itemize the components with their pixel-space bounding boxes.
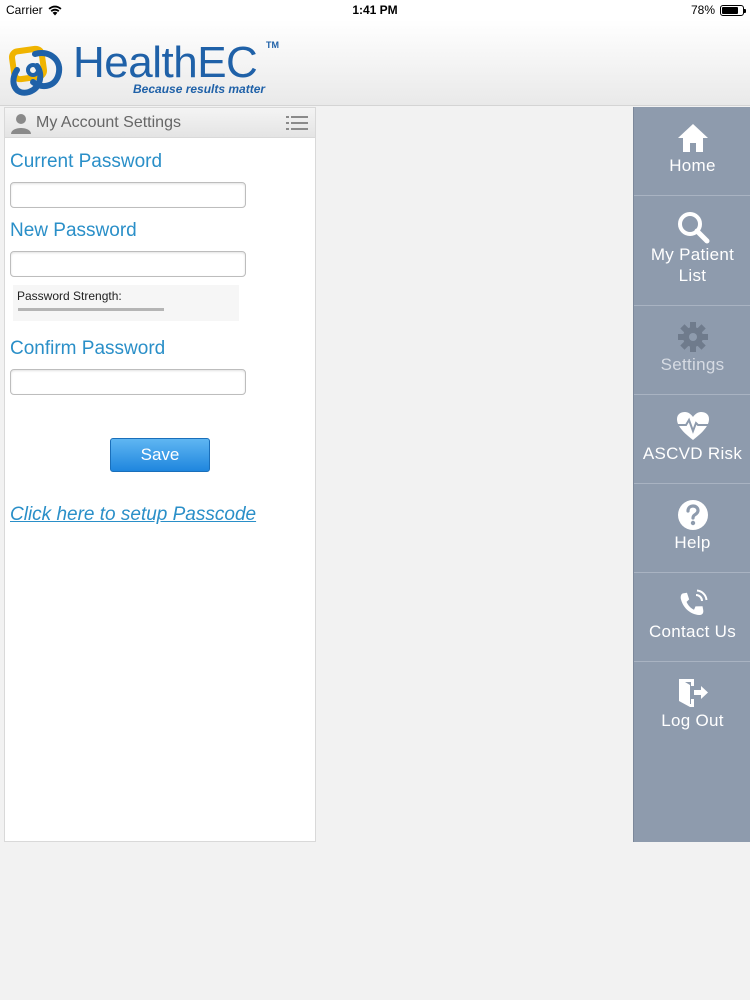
- confirm-password-label: Confirm Password: [10, 338, 166, 359]
- panel-header: My Account Settings: [5, 108, 315, 138]
- save-button[interactable]: Save: [110, 438, 210, 472]
- battery-icon: [720, 4, 746, 16]
- user-icon: [11, 114, 31, 134]
- panel-title: My Account Settings: [36, 114, 181, 131]
- logo-trademark: TM: [266, 40, 279, 50]
- logo-mark-icon: [8, 45, 63, 96]
- nav-label-ascvd-risk: ASCVD Risk: [642, 444, 743, 463]
- current-password-label: Current Password: [10, 151, 163, 172]
- battery-indicator: 78%: [690, 3, 746, 17]
- heart-pulse-icon: [676, 412, 709, 440]
- logout-icon: [678, 679, 708, 707]
- list-menu-icon[interactable]: [286, 116, 308, 130]
- nav-label-home: Home: [669, 156, 716, 175]
- nav-item-settings[interactable]: Settings: [634, 306, 750, 395]
- home-icon: [677, 124, 708, 152]
- battery-level: [722, 6, 738, 14]
- healthec-logo: HealthEC TM Because results matter: [7, 40, 282, 100]
- nav-label-settings: Settings: [660, 355, 725, 374]
- battery-percent: 78%: [690, 3, 715, 17]
- help-icon: [677, 500, 708, 530]
- new-password-field[interactable]: [10, 251, 246, 277]
- nav-label-help: Help: [674, 533, 711, 552]
- new-password-label: New Password: [10, 220, 137, 241]
- app-header: HealthEC TM Because results matter: [0, 20, 750, 106]
- status-bar: Carrier 1:41 PM 78%: [0, 0, 750, 20]
- nav-item-my-patient-list[interactable]: My Patient List: [634, 196, 750, 306]
- side-navigation: Home My Patient List Settings ASCVD Risk…: [633, 107, 750, 842]
- nav-item-help[interactable]: Help: [634, 484, 750, 573]
- clock: 1:41 PM: [352, 3, 398, 17]
- current-password-field[interactable]: [10, 182, 246, 208]
- nav-item-contact-us[interactable]: Contact Us: [634, 573, 750, 662]
- nav-item-home[interactable]: Home: [634, 107, 750, 196]
- logo-tagline: Because results matter: [133, 82, 266, 96]
- confirm-password-field[interactable]: [10, 369, 246, 395]
- nav-item-log-out[interactable]: Log Out: [634, 662, 750, 751]
- password-strength-box: Password Strength:: [13, 285, 239, 321]
- password-strength-label: Password Strength:: [17, 289, 122, 303]
- password-strength-meter: [18, 308, 164, 311]
- setup-passcode-link[interactable]: Click here to setup Passcode: [10, 504, 256, 526]
- nav-label-contact-us: Contact Us: [648, 622, 737, 641]
- nav-label-my-patient-list: My Patient List: [650, 245, 735, 285]
- account-settings-panel: My Account Settings Current Password New…: [4, 107, 316, 842]
- nav-item-ascvd-risk[interactable]: ASCVD Risk: [634, 395, 750, 484]
- logo-wordmark: HealthEC: [73, 38, 258, 87]
- search-icon: [677, 212, 709, 244]
- nav-label-log-out: Log Out: [661, 711, 724, 730]
- phone-icon: [680, 589, 707, 615]
- gear-icon: [677, 322, 708, 352]
